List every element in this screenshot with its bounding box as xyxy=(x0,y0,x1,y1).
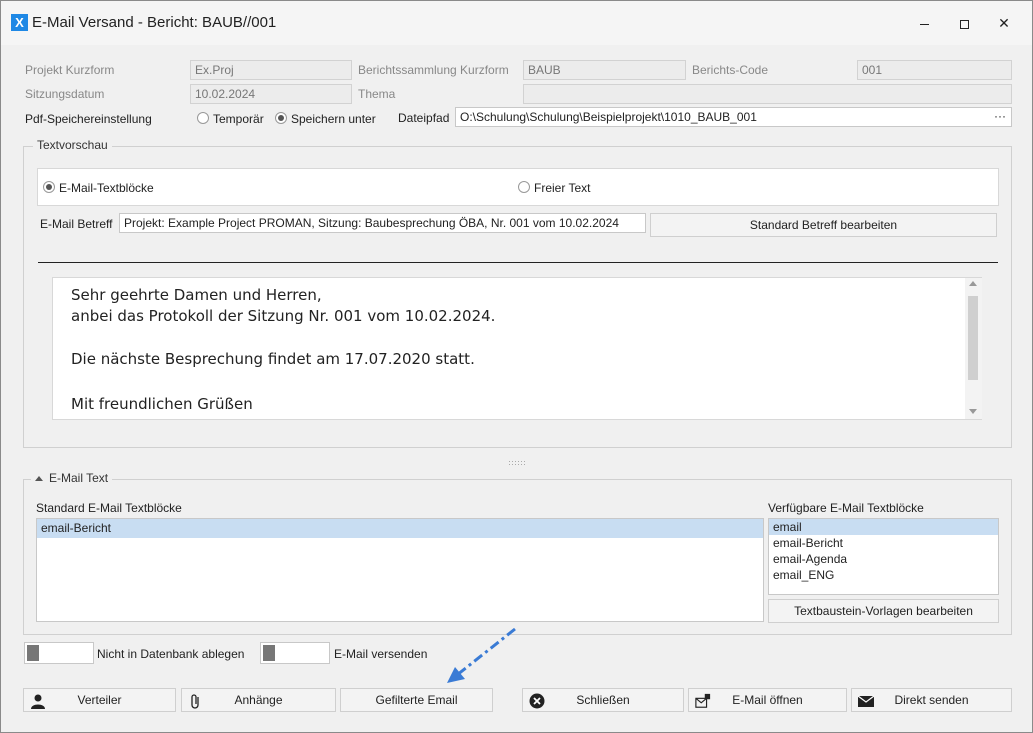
scroll-thumb[interactable] xyxy=(968,296,978,380)
scroll-up-icon[interactable] xyxy=(969,281,977,286)
app-icon: X xyxy=(11,14,28,31)
maximize-button[interactable] xyxy=(949,11,979,35)
gefilterte-email-button[interactable]: Gefilterte Email xyxy=(340,688,493,712)
speichern-unter-radio[interactable] xyxy=(275,112,287,124)
nicht-in-datenbank-label: Nicht in Datenbank ablegen xyxy=(97,647,245,661)
standard-betreff-button[interactable]: Standard Betreff bearbeiten xyxy=(650,213,997,237)
sitzungsdatum-label: Sitzungsdatum xyxy=(25,87,105,101)
dateipfad-field[interactable]: O:\Schulung\Schulung\Beispielprojekt\101… xyxy=(455,107,1012,127)
window-title: E-Mail Versand - Bericht: BAUB//001 xyxy=(32,14,277,31)
toggle-knob xyxy=(27,645,39,661)
schliessen-label: Schließen xyxy=(576,693,630,707)
verteiler-button[interactable]: Verteiler xyxy=(23,688,176,712)
browse-button[interactable]: ··· xyxy=(991,109,1009,125)
preview-line: anbei das Protokoll der Sitzung Nr. 001 … xyxy=(71,307,496,325)
scroll-down-icon[interactable] xyxy=(969,409,977,414)
temporaer-radio[interactable] xyxy=(197,112,209,124)
verfuegbare-textbloecke-list[interactable]: email email-Bericht email-Agenda email_E… xyxy=(768,518,999,595)
splitter-grip-icon[interactable] xyxy=(508,455,526,465)
anhaenge-label: Anhänge xyxy=(234,693,283,707)
textbloecke-label: E-Mail-Textblöcke xyxy=(59,181,154,195)
preview-line: Mit freundlichen Grüßen xyxy=(71,395,253,413)
paperclip-icon xyxy=(191,694,199,709)
list-item[interactable]: email_ENG xyxy=(769,567,998,583)
temporaer-label: Temporär xyxy=(213,112,264,126)
standard-textbloecke-list[interactable]: email-Bericht xyxy=(36,518,764,622)
berichtssammlung-field: BAUB xyxy=(523,60,686,80)
toggle-knob xyxy=(263,645,275,661)
email-oeffnen-button[interactable]: E-Mail öffnen xyxy=(688,688,847,712)
betreff-field[interactable]: Projekt: Example Project PROMAN, Sitzung… xyxy=(119,213,646,233)
list-item[interactable]: email xyxy=(769,519,998,535)
nicht-in-datenbank-toggle[interactable] xyxy=(24,642,94,664)
email-oeffnen-label: E-Mail öffnen xyxy=(732,693,803,707)
projekt-kurzform-field: Ex.Proj xyxy=(190,60,352,80)
berichts-code-label: Berichts-Code xyxy=(692,63,769,77)
minimize-icon xyxy=(919,23,929,25)
collapse-icon[interactable] xyxy=(35,476,43,482)
standard-textbloecke-label: Standard E-Mail Textblöcke xyxy=(36,501,182,515)
projekt-kurzform-label: Projekt Kurzform xyxy=(25,63,115,77)
betreff-label: E-Mail Betreff xyxy=(40,217,113,231)
textbaustein-vorlagen-button[interactable]: Textbaustein-Vorlagen bearbeiten xyxy=(768,599,999,623)
berichts-code-field: 001 xyxy=(857,60,1012,80)
email-versenden-toggle[interactable] xyxy=(260,642,330,664)
title-bar: X E-Mail Versand - Bericht: BAUB//001 ✕ xyxy=(1,1,1032,45)
list-item[interactable]: email-Bericht xyxy=(37,519,763,538)
email-versenden-label: E-Mail versenden xyxy=(334,647,428,661)
sitzungsdatum-field: 10.02.2024 xyxy=(190,84,352,104)
preview-scrollbar[interactable] xyxy=(965,278,982,419)
textvorschau-title: Textvorschau xyxy=(33,138,112,152)
envelope-icon xyxy=(858,695,874,707)
direkt-senden-button[interactable]: Direkt senden xyxy=(851,688,1012,712)
close-icon: ✕ xyxy=(998,15,1010,31)
email-versand-window: X E-Mail Versand - Bericht: BAUB//001 ✕ … xyxy=(0,0,1033,733)
verteiler-label: Verteiler xyxy=(77,693,122,707)
textbloecke-radio[interactable] xyxy=(43,181,55,193)
speichern-unter-label: Speichern unter xyxy=(291,112,376,126)
schliessen-button[interactable]: Schließen xyxy=(522,688,684,712)
direkt-senden-label: Direkt senden xyxy=(894,693,969,707)
email-text-title: E-Mail Text xyxy=(49,471,109,485)
close-circle-icon xyxy=(529,693,545,709)
close-button[interactable]: ✕ xyxy=(989,11,1019,35)
maximize-icon xyxy=(959,19,969,29)
email-text-header[interactable]: E-Mail Text xyxy=(31,471,113,485)
thema-label: Thema xyxy=(358,87,396,101)
anhaenge-button[interactable]: Anhänge xyxy=(181,688,336,712)
preview-line: Sehr geehrte Damen und Herren, xyxy=(71,286,322,304)
divider xyxy=(38,262,998,263)
thema-field xyxy=(523,84,1012,104)
preview-line: Die nächste Besprechung findet am 17.07.… xyxy=(71,350,475,368)
freier-text-radio[interactable] xyxy=(518,181,530,193)
pdf-speichereinstellung-label: Pdf-Speichereinstellung xyxy=(25,112,152,126)
dateipfad-label: Dateipfad xyxy=(398,111,450,125)
email-preview[interactable]: Sehr geehrte Damen und Herren, anbei das… xyxy=(52,277,982,420)
open-mail-icon xyxy=(695,693,711,708)
list-item[interactable]: email-Agenda xyxy=(769,551,998,567)
berichtssammlung-label: Berichtssammlung Kurzform xyxy=(358,63,509,77)
user-icon xyxy=(31,694,45,709)
list-item[interactable]: email-Bericht xyxy=(769,535,998,551)
gefilterte-email-label: Gefilterte Email xyxy=(375,693,458,707)
verfuegbare-textbloecke-label: Verfügbare E-Mail Textblöcke xyxy=(768,501,924,515)
annotation-arrow-icon xyxy=(447,627,516,683)
freier-text-label: Freier Text xyxy=(534,181,591,195)
minimize-button[interactable] xyxy=(909,11,939,35)
